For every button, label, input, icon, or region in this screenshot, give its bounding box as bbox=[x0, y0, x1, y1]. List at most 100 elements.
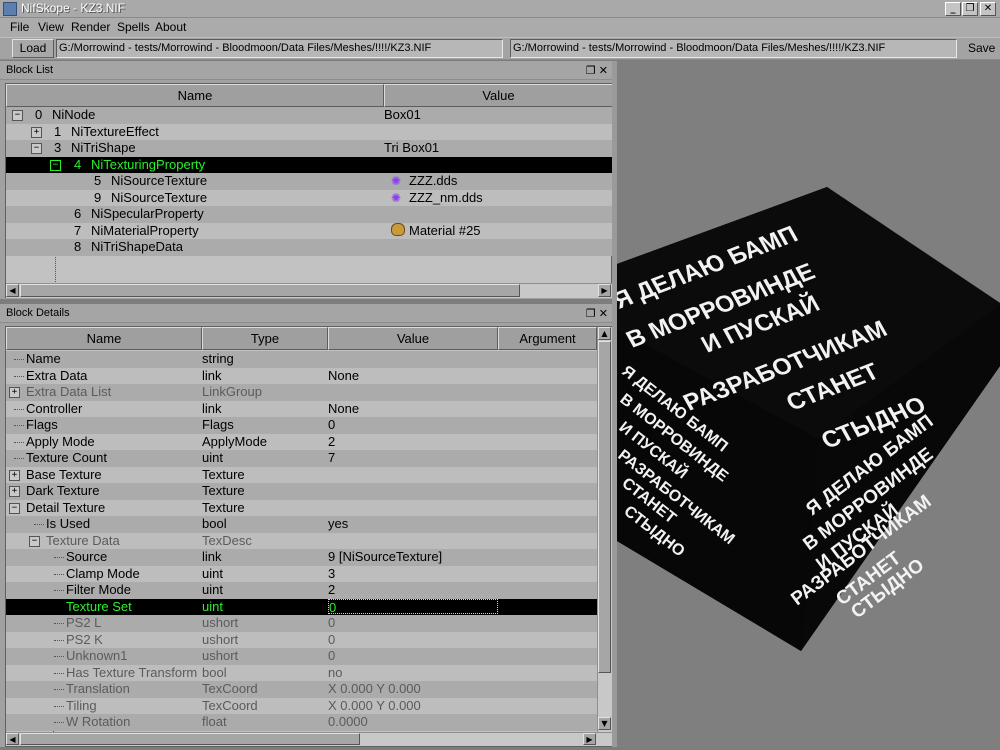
details-row[interactable]: − Detail Texture Texture bbox=[6, 499, 597, 516]
field-value[interactable]: None bbox=[328, 368, 359, 384]
details-row[interactable]: Has Texture Transform bool no bbox=[6, 664, 597, 681]
panel-float-close-icons[interactable]: ❐✕ bbox=[586, 61, 611, 80]
scroll-right-icon[interactable]: ▶ bbox=[598, 284, 611, 297]
save-path-input[interactable]: G:/Morrowind - tests/Morrowind - Bloodmo… bbox=[510, 39, 957, 58]
field-value[interactable]: 7 bbox=[328, 450, 335, 466]
details-row-selected[interactable]: Texture Set uint 0 bbox=[6, 598, 597, 615]
save-button[interactable]: Save bbox=[968, 41, 995, 55]
tree-row[interactable]: 5 NiSourceTexture ✺ ZZZ.dds bbox=[6, 173, 613, 190]
details-row[interactable]: + Base Texture Texture bbox=[6, 466, 597, 483]
field-value[interactable]: None bbox=[328, 401, 359, 417]
column-header-name[interactable]: Name bbox=[6, 84, 384, 107]
details-row[interactable]: Name string bbox=[6, 351, 597, 368]
menu-view[interactable]: View bbox=[38, 20, 64, 34]
details-row[interactable]: Source link 9 [NiSourceTexture] bbox=[6, 549, 597, 566]
tree-row[interactable]: 9 NiSourceTexture ✺ ZZZ_nm.dds bbox=[6, 189, 613, 206]
details-row[interactable]: Apply Mode ApplyMode 2 bbox=[6, 433, 597, 450]
details-row[interactable]: Unknown1 ushort 0 bbox=[6, 648, 597, 665]
collapse-icon[interactable]: − bbox=[9, 502, 20, 514]
details-row[interactable]: Extra Data link None bbox=[6, 367, 597, 384]
field-value[interactable]: 0 bbox=[328, 632, 335, 648]
render-viewport[interactable]: Я ДЕЛАЮ БАМП В МОРРОВИНДЕ И ПУСКАЙ РАЗРА… bbox=[609, 61, 1000, 747]
field-value[interactable]: 0 bbox=[328, 598, 498, 615]
field-value[interactable]: 2 bbox=[328, 434, 335, 450]
scroll-left-icon[interactable]: ◀ bbox=[6, 284, 19, 297]
tree-row[interactable]: + 1 NiTextureEffect bbox=[6, 123, 613, 140]
scrollbar-thumb[interactable] bbox=[598, 341, 611, 673]
restore-button[interactable]: ❐ bbox=[962, 2, 978, 16]
field-value[interactable]: no bbox=[328, 665, 342, 681]
field-type: link bbox=[202, 400, 222, 416]
details-row[interactable]: − Texture Data TexDesc bbox=[6, 532, 597, 549]
details-row[interactable]: Texture Count uint 7 bbox=[6, 450, 597, 467]
tree-row[interactable]: − 3 NiTriShape Tri Box01 bbox=[6, 140, 613, 157]
expand-icon[interactable]: + bbox=[9, 486, 20, 497]
tree-row[interactable]: − 0 NiNode Box01 bbox=[6, 107, 613, 124]
field-value[interactable]: 3 bbox=[328, 566, 335, 582]
details-row[interactable]: Is Used bool yes bbox=[6, 516, 597, 533]
details-row[interactable]: Translation TexCoord X 0.000 Y 0.000 bbox=[6, 681, 597, 698]
panel-float-close-icons[interactable]: ❐✕ bbox=[586, 304, 611, 323]
details-row[interactable]: Clamp Mode uint 3 bbox=[6, 565, 597, 582]
toolbar: Load G:/Morrowind - tests/Morrowind - Bl… bbox=[0, 37, 1000, 60]
menu-file[interactable]: File bbox=[10, 20, 29, 34]
scrollbar-thumb[interactable] bbox=[20, 284, 520, 297]
field-type: TexCoord bbox=[202, 697, 258, 713]
block-value: Tri Box01 bbox=[384, 140, 440, 155]
field-name: Extra Data List bbox=[26, 384, 112, 399]
block-index: 9 bbox=[94, 189, 102, 205]
field-value[interactable]: 0 bbox=[328, 648, 335, 664]
details-row[interactable]: + Extra Data List LinkGroup bbox=[6, 384, 597, 401]
column-header-value[interactable]: Value bbox=[328, 327, 498, 350]
scrollbar-thumb[interactable] bbox=[20, 733, 360, 745]
collapse-icon[interactable]: − bbox=[31, 143, 42, 154]
horizontal-scrollbar[interactable]: ◀ ▶ bbox=[6, 732, 612, 746]
tree-row[interactable]: 8 NiTriShapeData bbox=[6, 239, 613, 256]
menu-render[interactable]: Render bbox=[71, 20, 110, 34]
collapse-icon[interactable]: − bbox=[50, 159, 61, 171]
details-row[interactable]: Tiling TexCoord X 0.000 Y 0.000 bbox=[6, 697, 597, 714]
details-row[interactable]: Flags Flags 0 bbox=[6, 417, 597, 434]
field-value[interactable]: 9 [NiSourceTexture] bbox=[328, 549, 442, 565]
tree-row[interactable]: 6 NiSpecularProperty bbox=[6, 206, 613, 223]
horizontal-scrollbar[interactable]: ◀ ▶ bbox=[6, 283, 613, 298]
details-row[interactable]: Controller link None bbox=[6, 400, 597, 417]
field-value[interactable]: 0.0000 bbox=[328, 714, 368, 730]
vertical-scrollbar[interactable]: ▲ ▼ bbox=[597, 327, 612, 732]
field-value[interactable]: yes bbox=[328, 516, 348, 532]
tree-row[interactable]: 7 NiMaterialProperty Material #25 bbox=[6, 222, 613, 239]
field-value[interactable]: X 0.000 Y 0.000 bbox=[328, 681, 421, 697]
column-header-type[interactable]: Type bbox=[202, 327, 328, 350]
scroll-down-icon[interactable]: ▼ bbox=[598, 717, 611, 730]
load-button[interactable]: Load bbox=[12, 39, 54, 58]
field-value[interactable]: X 0.000 Y 0.000 bbox=[328, 698, 421, 714]
details-row[interactable]: Filter Mode uint 2 bbox=[6, 582, 597, 599]
block-name: NiTexturingProperty bbox=[91, 156, 206, 172]
minimize-button[interactable]: _ bbox=[945, 2, 961, 16]
field-value[interactable]: 0 bbox=[328, 615, 335, 631]
column-header-argument[interactable]: Argument bbox=[498, 327, 597, 350]
column-header-value[interactable]: Value bbox=[384, 84, 613, 107]
scroll-right-icon[interactable]: ▶ bbox=[583, 733, 596, 745]
load-path-input[interactable]: G:/Morrowind - tests/Morrowind - Bloodmo… bbox=[56, 39, 503, 58]
field-value[interactable]: 2 bbox=[328, 582, 335, 598]
collapse-icon[interactable]: − bbox=[12, 110, 23, 121]
details-row[interactable]: + Dark Texture Texture bbox=[6, 483, 597, 500]
field-name: Base Texture bbox=[26, 466, 102, 482]
field-value[interactable]: 0 bbox=[328, 417, 335, 433]
details-row[interactable]: PS2 K ushort 0 bbox=[6, 631, 597, 648]
column-header-name[interactable]: Name bbox=[6, 327, 202, 350]
expand-icon[interactable]: + bbox=[9, 387, 20, 398]
menu-spells[interactable]: Spells bbox=[117, 20, 150, 34]
menu-about[interactable]: About bbox=[155, 20, 186, 34]
block-index: 7 bbox=[74, 222, 82, 238]
close-button[interactable]: ✕ bbox=[980, 2, 996, 16]
expand-icon[interactable]: + bbox=[31, 126, 42, 138]
details-row[interactable]: W Rotation float 0.0000 bbox=[6, 714, 597, 731]
tree-row-selected[interactable]: − 4 NiTexturingProperty bbox=[6, 156, 613, 173]
details-row[interactable]: PS2 L ushort 0 bbox=[6, 615, 597, 632]
collapse-icon[interactable]: − bbox=[29, 535, 40, 547]
expand-icon[interactable]: + bbox=[9, 469, 20, 481]
scroll-up-icon[interactable]: ▲ bbox=[598, 327, 611, 340]
scroll-left-icon[interactable]: ◀ bbox=[6, 733, 19, 745]
